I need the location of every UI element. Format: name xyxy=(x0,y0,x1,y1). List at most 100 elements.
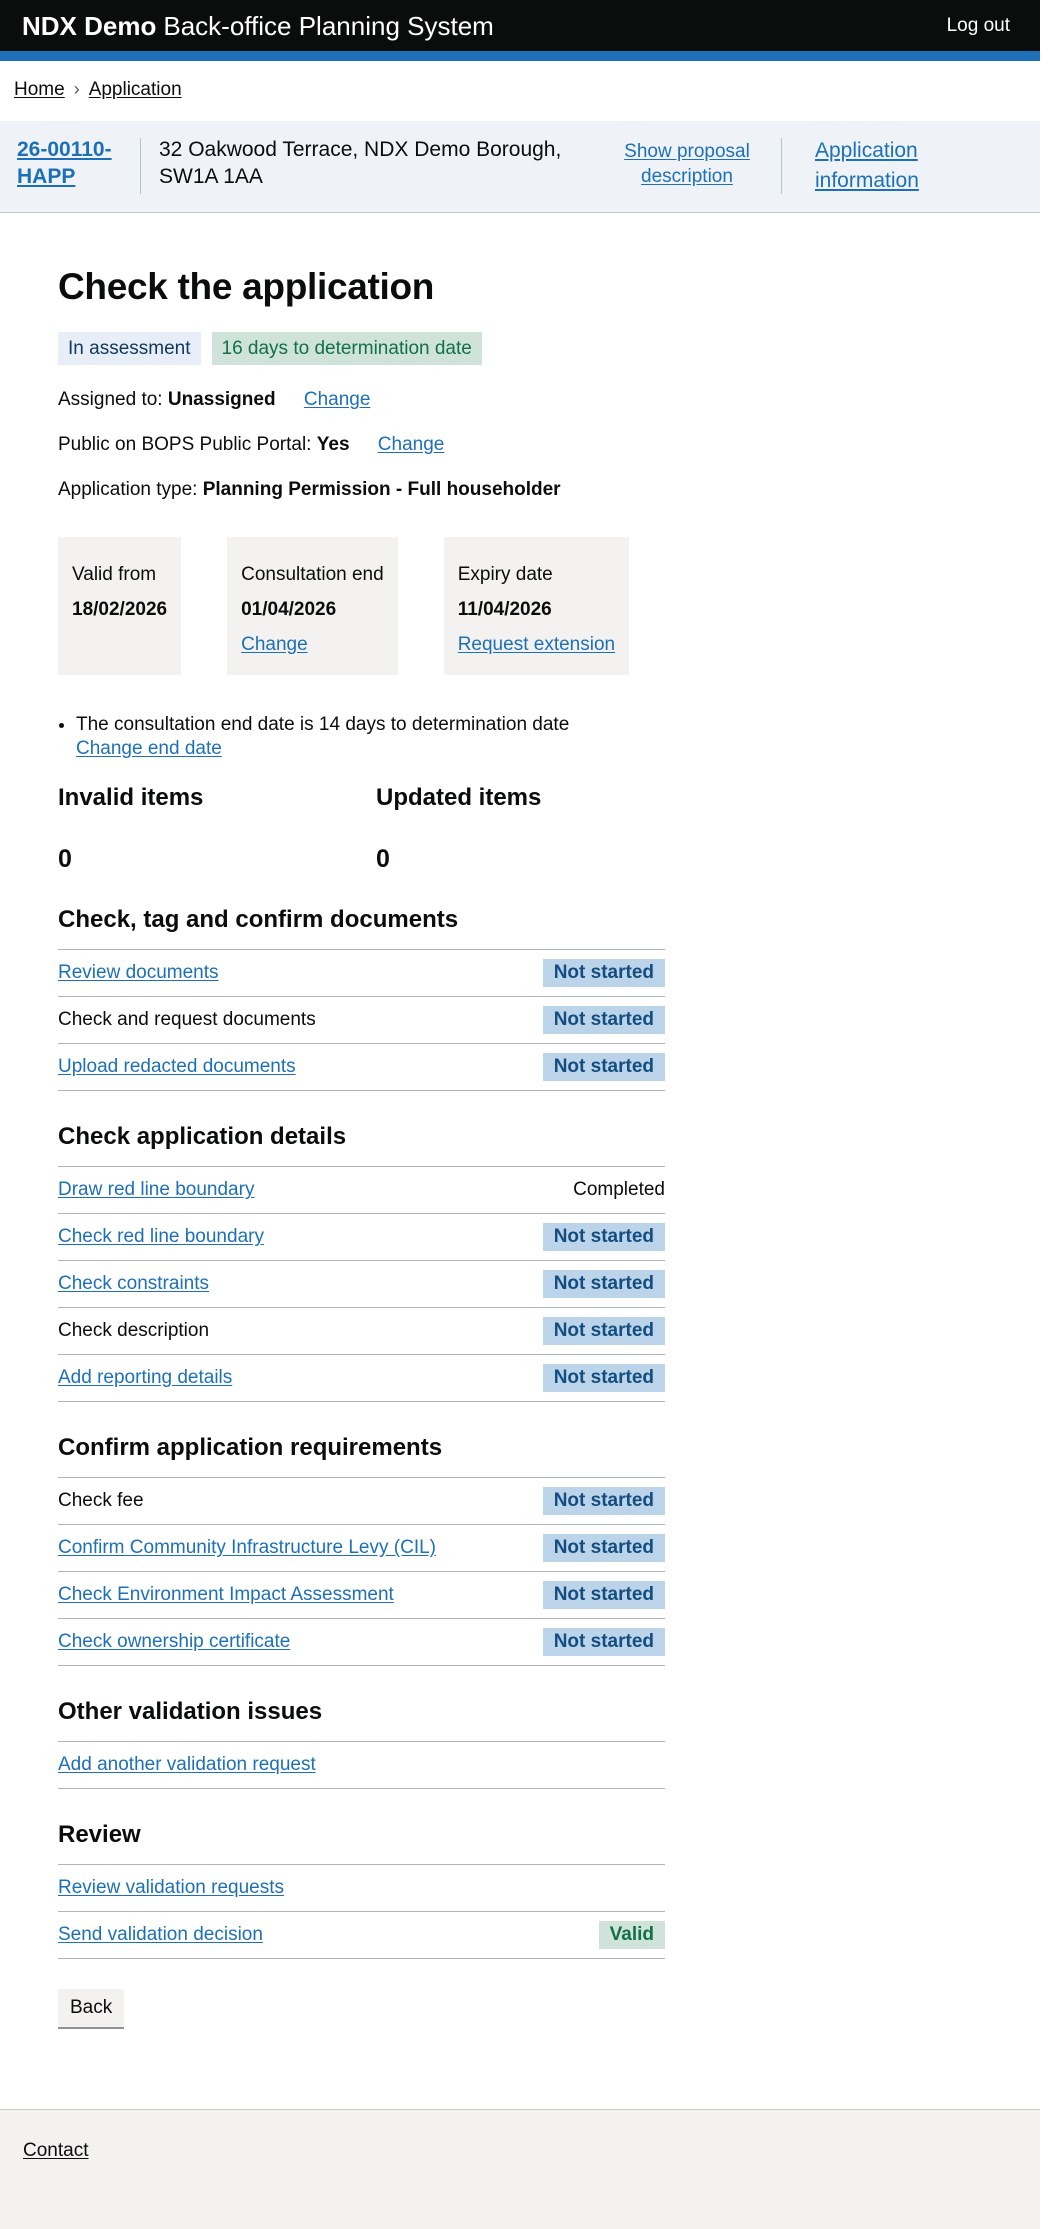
counter-value: 0 xyxy=(376,845,390,873)
application-reference: 26-00110-HAPP xyxy=(17,136,122,190)
application-info-link[interactable]: Application information xyxy=(815,139,919,192)
task-row: Check and request documents Not started xyxy=(58,996,665,1043)
task-link[interactable]: Add reporting details xyxy=(58,1367,232,1389)
application-banner: 26-00110-HAPP 32 Oakwood Terrace, NDX De… xyxy=(0,121,1040,213)
application-reference-link[interactable]: 26-00110-HAPP xyxy=(17,138,112,188)
contact-link[interactable]: Contact xyxy=(23,2140,88,2161)
app-title-rest: Back-office Planning System xyxy=(163,10,494,41)
consultation-notice-text: The consultation end date is 14 days to … xyxy=(76,714,570,735)
header-accent-bar xyxy=(0,51,1040,61)
section-review: Review Review validation requests Send val… xyxy=(58,1821,665,1959)
app-footer: Contact xyxy=(0,2109,1040,2229)
task-row: Draw red line boundary Completed xyxy=(58,1166,665,1213)
item-counters: Invalid items 0 Updated items 0 xyxy=(58,785,665,874)
task-list: Review documents Not started Check and req… xyxy=(58,949,665,1091)
task-status-tag: Not started xyxy=(542,1317,665,1345)
task-row: Check red line boundary Not started xyxy=(58,1213,665,1260)
task-status-tag: Not started xyxy=(542,1006,665,1034)
breadcrumb-item-home[interactable]: Home xyxy=(14,79,65,100)
task-status-tag: Not started xyxy=(542,1628,665,1656)
task-status-tag: Not started xyxy=(542,1487,665,1515)
date-card: Expiry date 11/04/2026 Request extension xyxy=(443,537,630,675)
task-status-tag: Not started xyxy=(542,1364,665,1392)
back-button[interactable]: Back xyxy=(58,1989,125,2027)
assigned-to-line: Assigned to: Unassigned Change xyxy=(58,389,665,410)
task-row: Review validation requests xyxy=(58,1864,665,1911)
logout-link[interactable]: Log out xyxy=(947,15,1010,37)
task-label: Check and request documents xyxy=(58,1009,316,1030)
status-badge: In assessment xyxy=(58,332,201,365)
assigned-to-value: Unassigned xyxy=(167,389,276,410)
app-header: NDX Demo Back-office Planning System Log … xyxy=(0,0,1040,51)
counter-label: Updated items xyxy=(376,784,542,811)
section-title: Check, tag and confirm documents xyxy=(58,906,459,933)
status-tag-row: In assessment 16 days to determination d… xyxy=(58,332,665,365)
section-check-application-details: Check application details Draw red line b… xyxy=(58,1123,665,1402)
consultation-notice: The consultation end date is 14 days to … xyxy=(58,713,665,760)
task-status-tag: Not started xyxy=(542,1053,665,1081)
task-row: Check ownership certificate Not started xyxy=(58,1618,665,1665)
page-title: Check the application xyxy=(58,266,435,307)
date-cards: Valid from 18/02/2026 Consultation end 01/0… xyxy=(58,537,665,675)
task-link[interactable]: Add another validation request xyxy=(58,1754,316,1776)
breadcrumb-separator: › xyxy=(73,79,80,99)
application-type-line: Application type: Planning Permission - … xyxy=(58,479,665,500)
date-card: Valid from 18/02/2026 xyxy=(58,537,182,675)
banner-divider xyxy=(781,138,782,194)
date-card-action-link[interactable]: Change xyxy=(241,634,308,655)
application-type-label: Application type: xyxy=(58,479,198,500)
task-row: Add another validation request xyxy=(58,1741,665,1788)
date-card-value: 01/04/2026 xyxy=(241,599,337,620)
task-row: Confirm Community Infrastructure Levy (C… xyxy=(58,1524,665,1571)
main-content: Check the application In assessment 16 d… xyxy=(58,267,665,2027)
application-info-cell: Application information xyxy=(800,136,970,196)
date-card-label: Expiry date xyxy=(457,564,553,585)
task-link[interactable]: Upload redacted documents xyxy=(58,1056,296,1078)
task-link[interactable]: Confirm Community Infrastructure Levy (C… xyxy=(58,1537,436,1559)
task-status-tag: Valid xyxy=(598,1921,665,1949)
portal-value: Yes xyxy=(316,434,350,455)
change-end-date-link[interactable]: Change end date xyxy=(76,737,222,760)
section-other-validation-issues: Other validation issues Add another valid… xyxy=(58,1698,665,1789)
task-list: Check fee Not started Confirm Community In… xyxy=(58,1477,665,1666)
section-title: Confirm application requirements xyxy=(58,1434,443,1461)
page-viewport: NDX Demo Back-office Planning System Log … xyxy=(0,0,1040,2229)
consultation-notice-item: The consultation end date is 14 days to … xyxy=(76,713,665,760)
task-link[interactable]: Draw red line boundary xyxy=(58,1179,254,1201)
task-list: Draw red line boundary Completed Check red… xyxy=(58,1166,665,1402)
counter-label: Invalid items xyxy=(58,784,204,811)
determination-days-badge: 16 days to determination date xyxy=(211,332,482,365)
task-link[interactable]: Check ownership certificate xyxy=(58,1631,290,1653)
assigned-change-link[interactable]: Change xyxy=(304,389,371,410)
task-link[interactable]: Review validation requests xyxy=(58,1877,284,1899)
task-link[interactable]: Check red line boundary xyxy=(58,1226,264,1248)
task-list: Add another validation request xyxy=(58,1741,665,1789)
section-title: Other validation issues xyxy=(58,1698,323,1725)
task-link[interactable]: Check Environment Impact Assessment xyxy=(58,1584,394,1606)
show-proposal-link[interactable]: Show proposal description xyxy=(624,141,750,187)
show-proposal-cell: Show proposal description xyxy=(611,136,763,189)
task-link[interactable]: Check constraints xyxy=(58,1273,209,1295)
assigned-to-label: Assigned to: xyxy=(58,389,163,410)
task-link[interactable]: Send validation decision xyxy=(58,1924,263,1946)
task-status-tag: Not started xyxy=(542,1534,665,1562)
task-status-text: Completed xyxy=(573,1179,665,1200)
task-row: Add reporting details Not started xyxy=(58,1354,665,1401)
application-type-value: Planning Permission - Full householder xyxy=(202,479,561,500)
task-label: Check fee xyxy=(58,1490,144,1511)
date-card: Consultation end 01/04/2026 Change xyxy=(227,537,398,675)
date-card-action-link[interactable]: Request extension xyxy=(458,634,615,655)
task-status-tag: Not started xyxy=(542,1270,665,1298)
counter-value: 0 xyxy=(58,845,72,873)
task-row: Review documents Not started xyxy=(58,949,665,996)
counter-invalid-items: Invalid items 0 xyxy=(58,785,376,874)
portal-change-link[interactable]: Change xyxy=(378,434,445,455)
breadcrumb-item-application[interactable]: Application xyxy=(89,79,182,100)
task-label: Check description xyxy=(58,1320,210,1341)
task-status-tag: Not started xyxy=(542,1223,665,1251)
date-card-value: 18/02/2026 xyxy=(72,599,168,620)
task-link[interactable]: Review documents xyxy=(58,962,219,984)
counter-updated-items: Updated items 0 xyxy=(376,785,665,874)
section-title: Check application details xyxy=(58,1123,347,1150)
date-card-label: Valid from xyxy=(72,564,157,585)
